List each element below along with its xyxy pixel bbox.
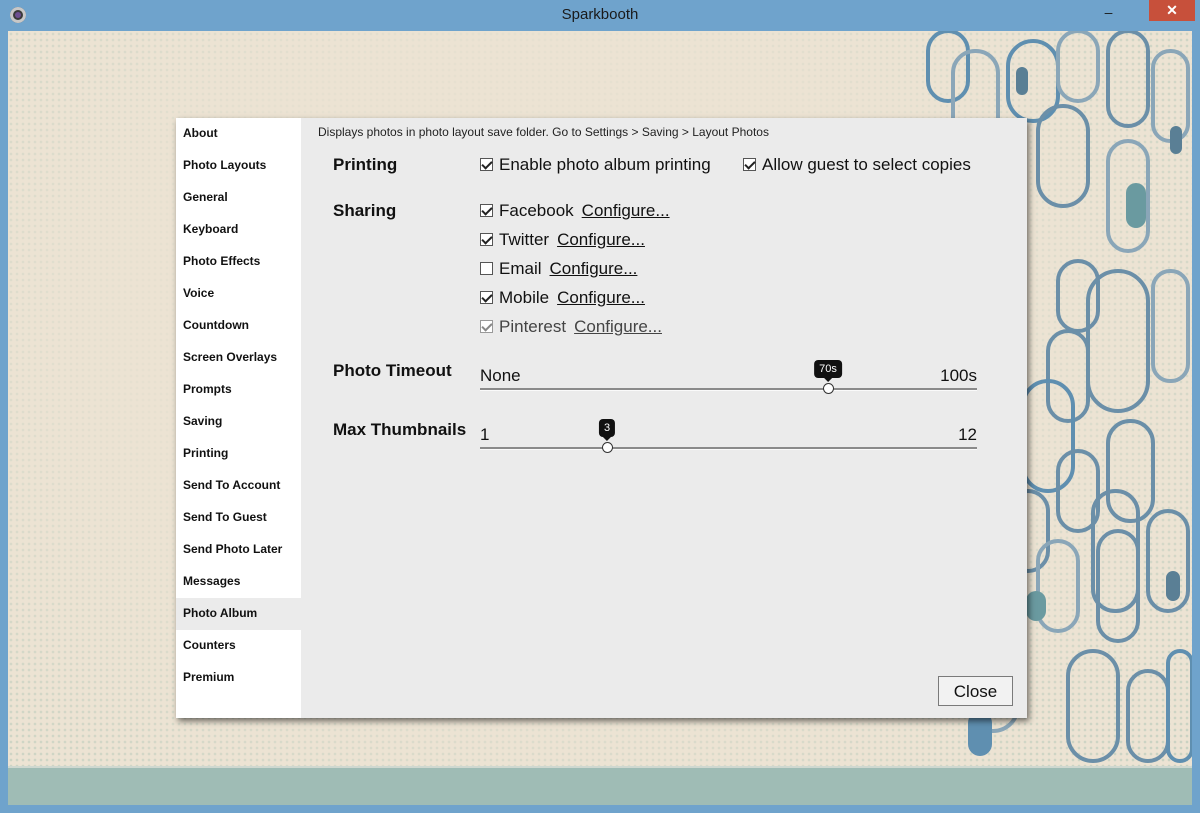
facebook-configure-link[interactable]: Configure...: [582, 201, 670, 220]
max-thumbnails-value-tooltip: 3: [598, 419, 616, 441]
mobile-label: Mobile: [499, 288, 550, 307]
settings-sidebar: About Photo Layouts General Keyboard Pho…: [176, 118, 301, 718]
app-window: Sparkbooth – ✕ About Photo Layouts Gener…: [0, 0, 1200, 813]
sidebar-item-screen-overlays[interactable]: Screen Overlays: [176, 342, 301, 374]
photo-timeout-slider[interactable]: None 100s 70s: [480, 360, 977, 396]
sidebar-item-photo-album[interactable]: Photo Album: [176, 598, 301, 630]
sidebar-item-send-to-account[interactable]: Send To Account: [176, 470, 301, 502]
photo-timeout-track[interactable]: [480, 388, 977, 391]
sidebar-item-messages[interactable]: Messages: [176, 566, 301, 598]
email-configure-link[interactable]: Configure...: [550, 259, 638, 278]
sidebar-item-saving[interactable]: Saving: [176, 406, 301, 438]
app-background: About Photo Layouts General Keyboard Pho…: [8, 31, 1192, 805]
photo-timeout-label: Photo Timeout: [333, 361, 452, 380]
twitter-label: Twitter: [499, 230, 550, 249]
sidebar-item-about[interactable]: About: [176, 118, 301, 150]
photo-timeout-max-label: 100s: [940, 366, 977, 385]
mobile-configure-link[interactable]: Configure...: [557, 288, 645, 307]
sharing-twitter-option[interactable]: Twitter Configure...: [480, 230, 645, 252]
max-thumbnails-track[interactable]: [480, 447, 977, 450]
sidebar-item-counters[interactable]: Counters: [176, 630, 301, 662]
max-thumbnails-max-label: 12: [958, 425, 977, 444]
sidebar-item-printing[interactable]: Printing: [176, 438, 301, 470]
window-title: Sparkbooth: [561, 6, 639, 23]
twitter-configure-link[interactable]: Configure...: [557, 230, 645, 249]
allow-guest-copies-label: Allow guest to select copies: [762, 155, 971, 174]
allow-guest-copies-checkbox[interactable]: [743, 158, 756, 171]
max-thumbnails-label: Max Thumbnails: [333, 420, 467, 439]
allow-guest-copies-option[interactable]: Allow guest to select copies: [743, 155, 971, 177]
sidebar-item-photo-layouts[interactable]: Photo Layouts: [176, 150, 301, 182]
sidebar-item-send-to-guest[interactable]: Send To Guest: [176, 502, 301, 534]
facebook-label: Facebook: [499, 201, 574, 220]
sidebar-item-general[interactable]: General: [176, 182, 301, 214]
mobile-checkbox[interactable]: [480, 291, 493, 304]
printing-section-label: Printing: [333, 155, 398, 174]
sidebar-item-premium[interactable]: Premium: [176, 662, 301, 694]
window-close-button[interactable]: ✕: [1149, 0, 1195, 21]
close-button[interactable]: Close: [938, 676, 1013, 706]
enable-album-printing-checkbox[interactable]: [480, 158, 493, 171]
pinterest-configure-link[interactable]: Configure...: [574, 317, 662, 336]
sharing-section-label: Sharing: [333, 201, 397, 220]
email-label: Email: [499, 259, 542, 278]
sidebar-item-voice[interactable]: Voice: [176, 278, 301, 310]
sharing-email-option[interactable]: Email Configure...: [480, 259, 637, 281]
panel-description: Displays photos in photo layout save fol…: [318, 125, 769, 139]
minimize-button[interactable]: –: [1095, 0, 1122, 21]
pinterest-checkbox[interactable]: [480, 320, 493, 333]
twitter-checkbox[interactable]: [480, 233, 493, 246]
facebook-checkbox[interactable]: [480, 204, 493, 217]
sidebar-item-keyboard[interactable]: Keyboard: [176, 214, 301, 246]
bottom-band: [8, 766, 1192, 805]
sidebar-item-send-photo-later[interactable]: Send Photo Later: [176, 534, 301, 566]
photo-timeout-min-label: None: [480, 366, 521, 385]
photo-timeout-thumb[interactable]: [823, 383, 834, 394]
enable-album-printing-label: Enable photo album printing: [499, 155, 711, 174]
sharing-facebook-option[interactable]: Facebook Configure...: [480, 201, 670, 223]
settings-dialog: About Photo Layouts General Keyboard Pho…: [176, 118, 1027, 718]
title-bar[interactable]: Sparkbooth – ✕: [0, 0, 1200, 31]
max-thumbnails-min-label: 1: [480, 425, 490, 444]
sidebar-item-prompts[interactable]: Prompts: [176, 374, 301, 406]
email-checkbox[interactable]: [480, 262, 493, 275]
sharing-mobile-option[interactable]: Mobile Configure...: [480, 288, 645, 310]
max-thumbnails-thumb[interactable]: [602, 442, 613, 453]
pinterest-label: Pinterest: [499, 317, 567, 336]
sharing-pinterest-option[interactable]: Pinterest Configure...: [480, 317, 662, 339]
max-thumbnails-slider[interactable]: 1 12 3: [480, 419, 977, 455]
sidebar-item-countdown[interactable]: Countdown: [176, 310, 301, 342]
sidebar-item-photo-effects[interactable]: Photo Effects: [176, 246, 301, 278]
photo-timeout-value-tooltip: 70s: [814, 360, 842, 382]
enable-album-printing-option[interactable]: Enable photo album printing: [480, 155, 711, 177]
